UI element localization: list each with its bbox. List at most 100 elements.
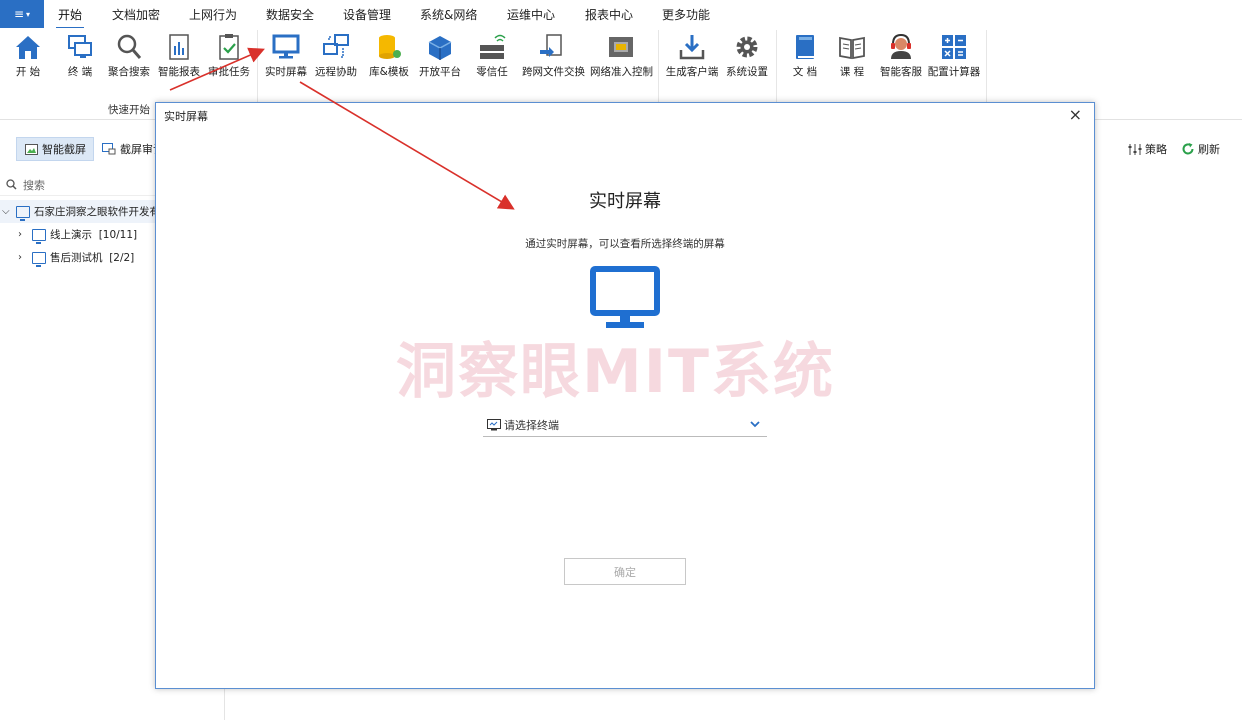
- menu-icon: ≡: [13, 7, 25, 21]
- terminal-select[interactable]: 请选择终端: [483, 413, 767, 437]
- search-icon: [117, 34, 142, 59]
- menu-tab-ops-center[interactable]: 运维中心: [507, 6, 555, 23]
- collapse-chevron-icon[interactable]: ›: [18, 229, 30, 240]
- ribbon-smart-support-button[interactable]: 智能客服: [875, 32, 927, 79]
- dialog-description: 通过实时屏幕，可以查看所选择终端的屏幕: [525, 238, 725, 250]
- menu-tab-device-management[interactable]: 设备管理: [343, 6, 391, 23]
- menu-tab-start[interactable]: 开始: [55, 6, 85, 29]
- refresh-label: 刷新: [1198, 143, 1220, 156]
- ribbon-terminal-button[interactable]: 终 端: [54, 32, 106, 79]
- ribbon-config-calculator-button[interactable]: 配置计算器: [926, 32, 982, 79]
- tree-root-label: 石家庄洞察之眼软件开发有: [34, 206, 160, 218]
- search-placeholder: 搜索: [23, 178, 45, 192]
- ribbon-aggregate-search-button[interactable]: 聚合搜索: [103, 32, 155, 79]
- terminal-icon: [487, 418, 501, 430]
- refresh-icon: [1182, 143, 1194, 155]
- cube-icon: [428, 36, 452, 60]
- server-wifi-icon: [480, 34, 506, 59]
- book-icon: [796, 35, 814, 59]
- ribbon-label: 生成客户端: [665, 66, 719, 78]
- ribbon-label: 终 端: [67, 66, 93, 78]
- smart-screenshot-button[interactable]: 智能截屏: [16, 137, 94, 161]
- ribbon-smart-report-button[interactable]: 智能报表: [153, 32, 205, 79]
- monitor-icon: [590, 266, 660, 328]
- menu-tab-web-behavior[interactable]: 上网行为: [189, 6, 237, 23]
- ribbon-docs-button[interactable]: 文 档: [779, 32, 831, 79]
- ribbon-cross-network-file-button[interactable]: 跨网文件交换: [522, 32, 585, 79]
- terminal-select-placeholder: 请选择终端: [504, 418, 559, 432]
- dialog-title: 实时屏幕: [164, 110, 208, 123]
- ribbon-live-screen-button[interactable]: 实时屏幕: [260, 32, 312, 79]
- menu-tab-more-functions[interactable]: 更多功能: [662, 6, 710, 23]
- ribbon-label: 课 程: [839, 66, 865, 78]
- live-screen-dialog: 实时屏幕 × 实时屏幕 通过实时屏幕，可以查看所选择终端的屏幕 洞察眼MIT系统…: [155, 102, 1095, 689]
- chevron-down-icon: [750, 421, 760, 428]
- database-icon: [379, 35, 401, 59]
- remote-assist-icon: [323, 34, 349, 58]
- ribbon-open-platform-button[interactable]: 开放平台: [414, 32, 466, 79]
- ribbon-label: 审批任务: [208, 66, 250, 78]
- tree-node-label: 线上演示: [50, 229, 92, 241]
- terminals-icon: [68, 35, 92, 58]
- ribbon-zero-trust-button[interactable]: 零信任: [466, 32, 518, 79]
- expand-chevron-icon[interactable]: ⌵: [2, 206, 14, 217]
- file-exchange-icon: [540, 34, 562, 57]
- download-icon: [679, 35, 705, 60]
- smart-screenshot-label: 智能截屏: [42, 143, 86, 156]
- menu-tab-data-security[interactable]: 数据安全: [266, 6, 314, 23]
- screen-audit-icon: [102, 143, 116, 155]
- refresh-button[interactable]: 刷新: [1181, 141, 1220, 157]
- close-icon[interactable]: ×: [1069, 107, 1082, 123]
- app-menu-button[interactable]: ≡ ▾: [0, 0, 44, 28]
- menu-tab-report-center[interactable]: 报表中心: [585, 6, 633, 23]
- support-agent-icon: [891, 33, 911, 59]
- collapse-chevron-icon[interactable]: ›: [18, 252, 30, 263]
- dialog-heading: 实时屏幕: [589, 191, 661, 212]
- home-icon: [16, 36, 40, 59]
- group-icon: [32, 251, 46, 267]
- report-icon: [169, 34, 189, 60]
- ribbon-label: 库&模板: [369, 66, 409, 78]
- tree-node-count: [10/11]: [98, 228, 138, 241]
- ribbon-label: 智能客服: [880, 66, 922, 78]
- watermark: 洞察眼MIT系统: [396, 337, 835, 407]
- confirm-button[interactable]: 确定: [564, 558, 686, 585]
- ribbon-approval-task-button[interactable]: 审批任务: [203, 32, 255, 79]
- policy-label: 策略: [1145, 143, 1167, 156]
- ribbon-label: 远程协助: [315, 66, 357, 78]
- ribbon-group-label-quick-start: 快速开始: [108, 104, 150, 116]
- ribbon-remote-assist-button[interactable]: 远程协助: [310, 32, 362, 79]
- group-icon: [16, 205, 30, 221]
- ribbon-system-settings-button[interactable]: 系统设置: [721, 32, 773, 79]
- sliders-icon: [1128, 143, 1142, 155]
- ribbon-label: 跨网文件交换: [522, 66, 585, 78]
- right-tools: 策略 刷新: [1128, 141, 1220, 157]
- ribbon-label: 系统设置: [726, 66, 768, 78]
- tree-node-label: 售后测试机: [50, 252, 103, 264]
- menu-tab-system-network[interactable]: 系统&网络: [420, 6, 477, 23]
- gear-icon: [736, 36, 758, 58]
- ribbon-label: 智能报表: [158, 66, 200, 78]
- search-icon: [6, 179, 17, 190]
- ribbon-label: 配置计算器: [927, 66, 981, 78]
- ribbon-label: 开 始: [15, 66, 41, 78]
- image-icon: [25, 143, 38, 155]
- ribbon-label: 实时屏幕: [265, 66, 307, 78]
- policy-button[interactable]: 策略: [1128, 141, 1167, 157]
- ribbon-start-button[interactable]: 开 始: [2, 32, 54, 79]
- dialog-titlebar: 实时屏幕: [156, 103, 1094, 129]
- clipboard-check-icon: [219, 34, 239, 60]
- ribbon-network-access-button[interactable]: 网络准入控制: [590, 32, 653, 79]
- top-menu-bar: ≡ ▾ 开始 文档加密 上网行为 数据安全 设备管理 系统&网络 运维中心 报表中…: [0, 0, 1242, 29]
- tree-node-count: [2/2]: [109, 251, 135, 264]
- ribbon-label: 聚合搜索: [108, 66, 150, 78]
- monitor-icon: [272, 34, 300, 59]
- calculator-icon: [942, 35, 966, 59]
- ribbon-label: 文 档: [792, 66, 818, 78]
- menu-tab-doc-encryption[interactable]: 文档加密: [112, 6, 160, 23]
- ribbon-course-button[interactable]: 课 程: [826, 32, 878, 79]
- ribbon-generate-client-button[interactable]: 生成客户端: [664, 32, 720, 79]
- ribbon-library-template-button[interactable]: 库&模板: [363, 32, 415, 79]
- network-port-icon: [609, 37, 633, 57]
- ribbon-label: 网络准入控制: [590, 66, 653, 78]
